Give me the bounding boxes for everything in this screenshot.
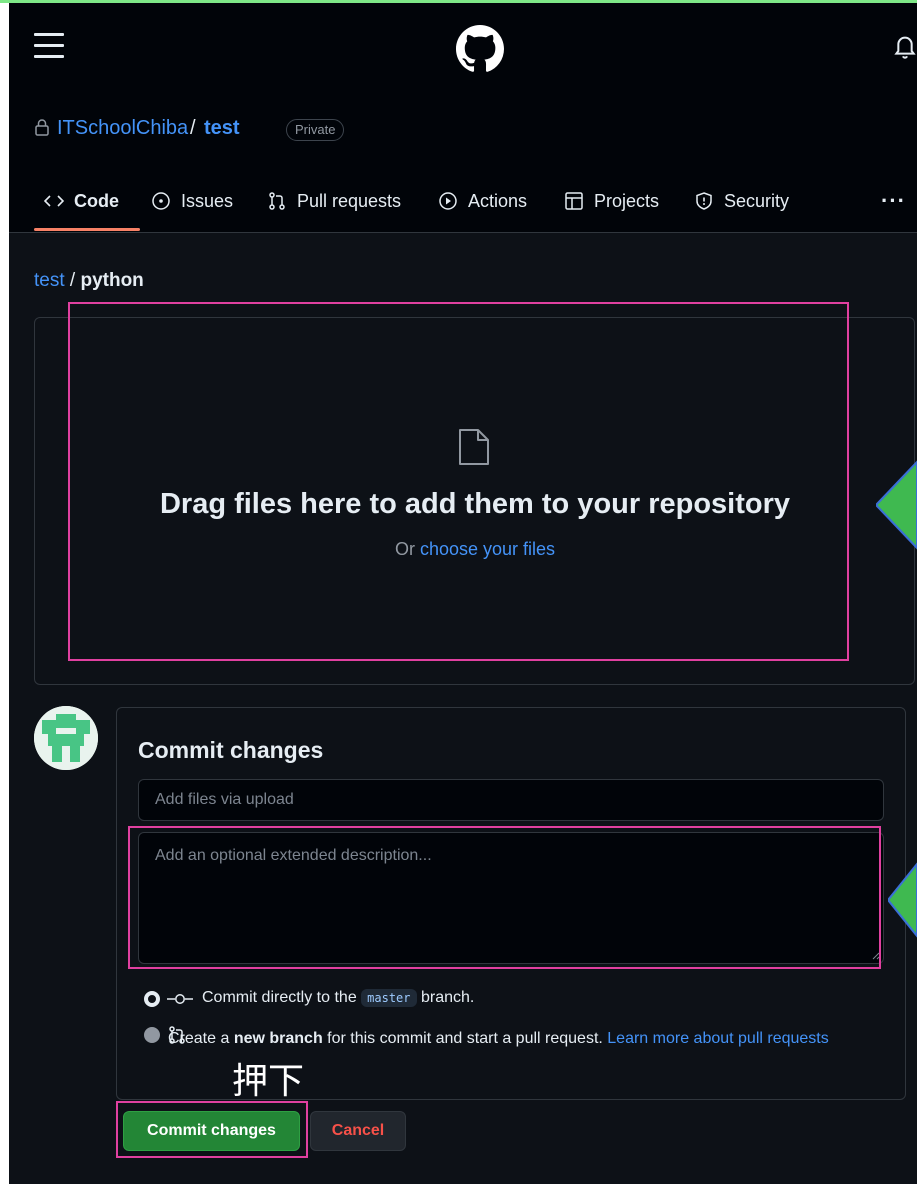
hamburger-icon[interactable] [34, 33, 64, 59]
option2-prefix: Create a [168, 1030, 234, 1047]
issue-opened-icon [152, 192, 170, 210]
branch-name: master [361, 989, 417, 1007]
annotation-arrow-icon [888, 862, 917, 938]
radio-commit-directly[interactable] [144, 991, 160, 1007]
window-left-edge [0, 3, 9, 1184]
tab-code[interactable]: Code [44, 187, 119, 215]
identicon-icon [34, 706, 98, 770]
table-icon [565, 192, 583, 210]
tab-actions-label: Actions [468, 190, 528, 211]
code-icon [44, 195, 64, 207]
play-icon [439, 192, 457, 210]
git-pull-request-icon [269, 192, 285, 210]
annotation-highlight-commit-button [116, 1101, 308, 1158]
annotation-highlight-dropzone [68, 302, 849, 661]
repo-owner-link[interactable]: ITSchoolChiba [57, 117, 188, 140]
tab-actions[interactable]: Actions [438, 187, 527, 215]
option2-middle: for this commit and start a pull request… [322, 1030, 608, 1047]
lock-icon [35, 119, 49, 136]
option-new-branch-label: Create a new branch for this commit and … [168, 1025, 888, 1052]
annotation-press-label: 押下 [232, 1061, 305, 1102]
avatar[interactable] [34, 706, 98, 770]
breadcrumb-repo-link[interactable]: test [34, 270, 65, 291]
option-commit-directly-label: Commit directly to the master branch. [202, 989, 474, 1007]
tab-security-label: Security [724, 190, 790, 211]
tab-security[interactable]: Security [694, 187, 789, 215]
visibility-badge: Private [286, 119, 345, 141]
annotation-arrow-icon [876, 460, 917, 550]
shield-icon [696, 192, 712, 210]
repo-header: ITSchoolChiba / test Private Code Issues… [9, 90, 917, 233]
cancel-button[interactable]: Cancel [310, 1111, 406, 1151]
breadcrumb-separator: / [64, 270, 81, 291]
option1-prefix: Commit directly to the [202, 989, 362, 1006]
app-header [9, 3, 917, 90]
tab-pull-requests-label: Pull requests [297, 190, 402, 211]
commit-title: Commit changes [138, 737, 324, 763]
option2-bold: new branch [233, 1030, 323, 1047]
tab-projects-label: Projects [594, 190, 660, 211]
radio-new-branch[interactable] [144, 1027, 160, 1043]
breadcrumb: test / python [34, 270, 144, 292]
repo-separator: / [190, 117, 196, 139]
tab-code-label: Code [74, 190, 119, 211]
tab-projects[interactable]: Projects [564, 187, 659, 215]
github-logo-icon[interactable] [456, 25, 504, 73]
active-tab-indicator [34, 228, 140, 231]
tab-issues-label: Issues [181, 190, 234, 211]
tab-pull-requests[interactable]: Pull requests [267, 187, 401, 215]
more-tabs-button[interactable]: ··· [881, 188, 906, 214]
learn-more-link[interactable]: Learn more about pull requests [607, 1030, 828, 1047]
commit-summary-input[interactable] [138, 779, 884, 821]
option1-suffix: branch. [416, 989, 475, 1006]
bell-icon[interactable] [894, 35, 916, 59]
annotation-highlight-description [128, 826, 881, 969]
tab-issues[interactable]: Issues [151, 187, 233, 215]
git-commit-icon [167, 994, 193, 1004]
repo-name-link[interactable]: test [204, 117, 240, 140]
breadcrumb-folder: python [80, 270, 144, 291]
